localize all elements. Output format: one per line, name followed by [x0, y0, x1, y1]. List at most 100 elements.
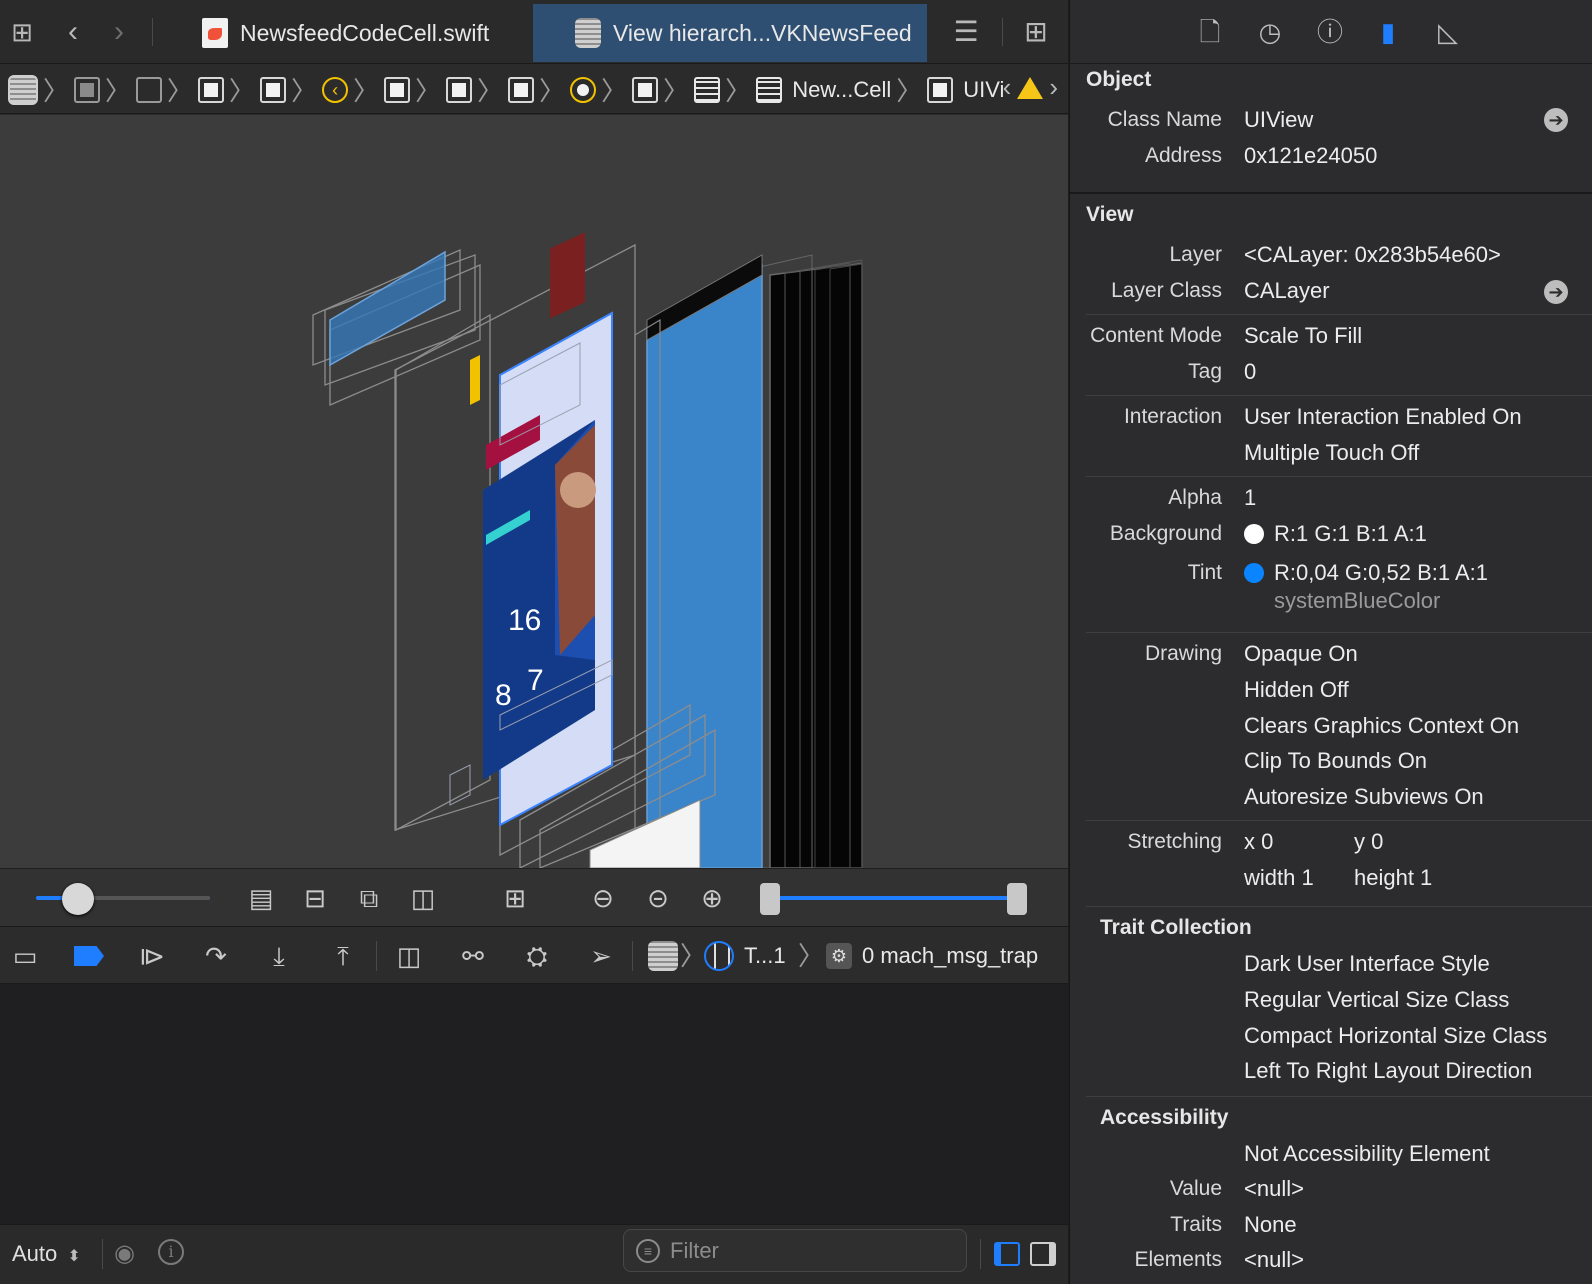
- related-items-icon[interactable]: ⊞: [6, 14, 38, 50]
- editor-options-icon[interactable]: ☰: [946, 14, 986, 50]
- jump-item-window-icon[interactable]: [74, 76, 101, 103]
- adjust-view-mode-icon[interactable]: ⧉: [354, 883, 384, 913]
- background-label: Background: [1109, 522, 1222, 545]
- tint-label: Tint: [1187, 561, 1222, 584]
- divider: [1002, 18, 1003, 46]
- drawing-label: Drawing: [1144, 642, 1222, 665]
- actual-size-icon[interactable]: ⊝: [643, 883, 673, 913]
- stretching-label: Stretching: [1127, 830, 1222, 853]
- jump-item-app-icon[interactable]: [8, 74, 38, 105]
- range-slider-min-handle[interactable]: [760, 883, 780, 915]
- jump-item-view-icon[interactable]: [632, 76, 659, 103]
- change-canvas-background-icon[interactable]: ◫: [408, 883, 438, 913]
- quick-help-icon[interactable]: ⓘ: [1314, 16, 1346, 48]
- spacing-slider-thumb[interactable]: [62, 883, 94, 915]
- view-hierarchy-icon: [575, 18, 601, 48]
- simulate-location-icon[interactable]: ➢: [586, 941, 616, 971]
- window-layers: [759, 254, 863, 868]
- orient-to-2d-icon[interactable]: ⊞: [500, 883, 530, 913]
- jump-item-view-icon[interactable]: [136, 76, 163, 103]
- add-editor-icon[interactable]: ⊞: [1020, 14, 1052, 50]
- console-area[interactable]: [0, 984, 1068, 1224]
- class-name-value: UIView: [1244, 107, 1314, 132]
- spacing-slider-remaining: [80, 896, 210, 900]
- exploded-view-hierarchy: 16 8 7: [312, 232, 863, 868]
- show-clipped-content-icon[interactable]: ▤: [246, 883, 276, 913]
- console-filter[interactable]: ≡: [623, 1229, 967, 1272]
- section-title-view: View: [1086, 203, 1134, 226]
- background-value: R:1 G:1 B:1 A:1: [1244, 521, 1427, 547]
- jump-item-table-icon[interactable]: [694, 76, 721, 103]
- tint-value: R:0,04 G:0,52 B:1 A:1: [1244, 560, 1488, 586]
- warning-icon[interactable]: [1017, 76, 1044, 99]
- address-label: Address: [1144, 144, 1222, 167]
- tab-label: View hierarch...VKNewsFeed: [613, 19, 912, 46]
- interaction-value-2: Multiple Touch Off: [1244, 440, 1420, 465]
- step-out-icon[interactable]: ⤒: [328, 941, 358, 971]
- view-hierarchy-canvas[interactable]: 16 8 7: [0, 115, 1068, 868]
- debug-memory-graph-icon[interactable]: ⚯: [458, 941, 488, 971]
- jump-item-view-icon[interactable]: [446, 76, 473, 103]
- filter-input[interactable]: [670, 1237, 950, 1264]
- accessibility-value-label: Value: [1169, 1177, 1222, 1200]
- drawing-value-2: Hidden Off: [1244, 677, 1349, 702]
- environment-overrides-icon[interactable]: ⛭: [522, 941, 552, 971]
- console-mode-select[interactable]: Auto ⬍: [12, 1241, 81, 1267]
- tint-name: systemBlueColor: [1274, 588, 1441, 613]
- thread-label[interactable]: T...1: [744, 941, 786, 971]
- jump-item-view-icon[interactable]: [260, 76, 287, 103]
- svg-text:16: 16: [508, 604, 541, 637]
- layer-value: <CALayer: 0x283b54e60>: [1244, 242, 1501, 267]
- navigate-arrow-icon[interactable]: ➔: [1544, 280, 1568, 304]
- drawing-value-1: Opaque On: [1244, 641, 1358, 666]
- size-inspector-icon[interactable]: ◺: [1432, 16, 1464, 48]
- jump-item-uiview-icon[interactable]: [927, 76, 954, 103]
- photo-layer: [555, 425, 595, 655]
- section-title-accessibility: Accessibility: [1100, 1106, 1229, 1129]
- swift-file-icon: [202, 18, 228, 48]
- continue-icon[interactable]: ⧐: [136, 941, 168, 971]
- jump-item-navigation-icon[interactable]: ‹: [322, 76, 349, 103]
- navigate-arrow-icon[interactable]: ➔: [1544, 108, 1568, 132]
- step-into-icon[interactable]: ⤓: [264, 941, 294, 971]
- range-slider-track[interactable]: [770, 896, 1020, 900]
- row-divider: [1086, 632, 1592, 633]
- debug-view-hierarchy-icon[interactable]: ◫: [394, 941, 424, 971]
- hide-debug-area-icon[interactable]: ▭: [10, 941, 40, 971]
- tab-view-hierarchy[interactable]: View hierarch...VKNewsFeed: [533, 4, 927, 62]
- forward-button[interactable]: ›: [104, 14, 134, 50]
- back-button[interactable]: ‹: [58, 14, 88, 50]
- range-slider-max-handle[interactable]: [1007, 883, 1027, 915]
- jump-item-view-icon[interactable]: [508, 76, 535, 103]
- stretching-y: y 0: [1354, 829, 1384, 854]
- jump-item-controller-icon[interactable]: [570, 76, 597, 103]
- drawing-value-5: Autoresize Subviews On: [1244, 784, 1484, 809]
- show-constraints-icon[interactable]: ⊟: [300, 883, 330, 913]
- breakpoints-toggle-icon[interactable]: [74, 946, 104, 966]
- eye-icon[interactable]: ◉: [114, 1239, 135, 1268]
- class-name-label: Class Name: [1107, 108, 1222, 131]
- thread-icon[interactable]: [704, 941, 734, 971]
- row-divider: [1086, 906, 1592, 907]
- info-icon[interactable]: i: [158, 1239, 184, 1265]
- previous-issue-icon[interactable]: ‹: [1003, 72, 1012, 103]
- show-variables-view-icon[interactable]: [994, 1242, 1020, 1266]
- jump-item-cell-icon[interactable]: [756, 76, 783, 103]
- process-icon[interactable]: [648, 941, 678, 971]
- jump-item-view-icon[interactable]: [384, 76, 411, 103]
- file-inspector-icon[interactable]: 🗋: [1194, 16, 1226, 48]
- next-issue-icon[interactable]: ›: [1049, 72, 1058, 103]
- stack-frame-label[interactable]: 0 mach_msg_trap: [862, 941, 1038, 971]
- tab-newsfeed-code-cell[interactable]: NewsfeedCodeCell.swift: [196, 4, 526, 62]
- jump-item-view-icon[interactable]: [198, 76, 225, 103]
- background-view-layer: [646, 263, 763, 868]
- step-over-icon[interactable]: ↷: [200, 941, 232, 971]
- zoom-out-icon[interactable]: ⊖: [588, 883, 618, 913]
- show-console-icon[interactable]: [1030, 1242, 1056, 1266]
- history-inspector-icon[interactable]: ◷: [1254, 16, 1286, 48]
- zoom-in-icon[interactable]: ⊕: [697, 883, 727, 913]
- alpha-value: 1: [1244, 485, 1257, 510]
- jump-item-cell-label[interactable]: New...Cell: [792, 77, 891, 103]
- drawing-value-4: Clip To Bounds On: [1244, 748, 1428, 773]
- object-inspector-icon[interactable]: ▮: [1372, 16, 1404, 48]
